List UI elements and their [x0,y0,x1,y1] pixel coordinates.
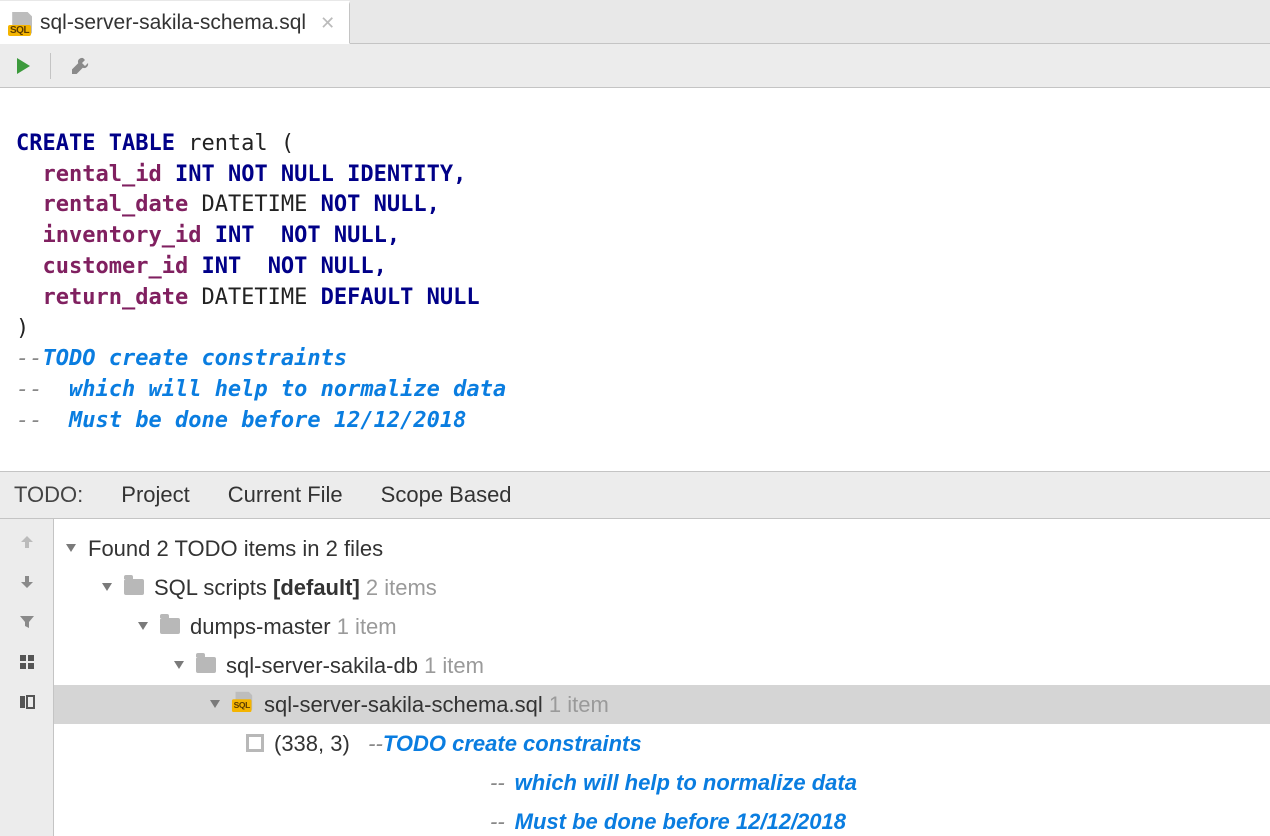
tree-node-schema-file[interactable]: sql-server-sakila-schema.sql 1 item [54,685,1270,724]
tree-node-sakila-db[interactable]: sql-server-sakila-db 1 item [54,646,1270,685]
chevron-down-icon[interactable] [174,661,184,669]
tree-todo-item-line2[interactable]: -- which will help to normalize data [54,763,1270,802]
chevron-down-icon[interactable] [66,544,76,552]
run-icon[interactable] [14,57,32,75]
sql-file-icon [234,691,253,710]
folder-icon [196,657,216,673]
arrow-up-icon[interactable] [16,531,38,553]
tab-filename: sql-server-sakila-schema.sql [40,11,306,35]
tree-summary[interactable]: Found 2 TODO items in 2 files [54,529,1270,568]
editor-tab[interactable]: sql-server-sakila-schema.sql ✕ [0,1,350,44]
folder-icon [124,579,144,595]
sql-file-icon [10,12,32,34]
todo-panel-header: TODO: Project Current File Scope Based [0,471,1270,519]
tree-todo-item[interactable]: (338, 3) --TODO create constraints [54,724,1270,763]
editor-tab-bar: sql-server-sakila-schema.sql ✕ [0,0,1270,44]
tree-node-dumps-master[interactable]: dumps-master 1 item [54,607,1270,646]
group-icon[interactable] [16,651,38,673]
toolbar-separator [50,53,51,79]
todo-tree[interactable]: Found 2 TODO items in 2 files SQL script… [54,519,1270,836]
close-tab-icon[interactable]: ✕ [314,13,335,34]
folder-icon [160,618,180,634]
wrench-icon[interactable] [69,55,91,77]
layout-icon[interactable] [16,691,38,713]
chevron-down-icon[interactable] [210,700,220,708]
note-icon [246,734,264,752]
chevron-down-icon[interactable] [102,583,112,591]
arrow-down-icon[interactable] [16,571,38,593]
code-editor[interactable]: CREATE TABLE rental ( rental_id INT NOT … [0,88,1270,471]
kw-create-table: CREATE TABLE [16,131,175,156]
tree-node-sql-scripts[interactable]: SQL scripts [default] 2 items [54,568,1270,607]
todo-panel-body: Found 2 TODO items in 2 files SQL script… [0,519,1270,836]
todo-title: TODO: [14,482,83,508]
todo-tab-current-file[interactable]: Current File [228,482,343,508]
tree-summary-label: Found 2 TODO items in 2 files [88,532,383,565]
filter-icon[interactable] [16,611,38,633]
todo-sidebar [0,519,54,836]
tree-todo-item-line3[interactable]: -- Must be done before 12/12/2018 [54,802,1270,836]
editor-toolbar [0,44,1270,88]
todo-tab-project[interactable]: Project [121,482,189,508]
todo-tab-scope-based[interactable]: Scope Based [381,482,512,508]
chevron-down-icon[interactable] [138,622,148,630]
